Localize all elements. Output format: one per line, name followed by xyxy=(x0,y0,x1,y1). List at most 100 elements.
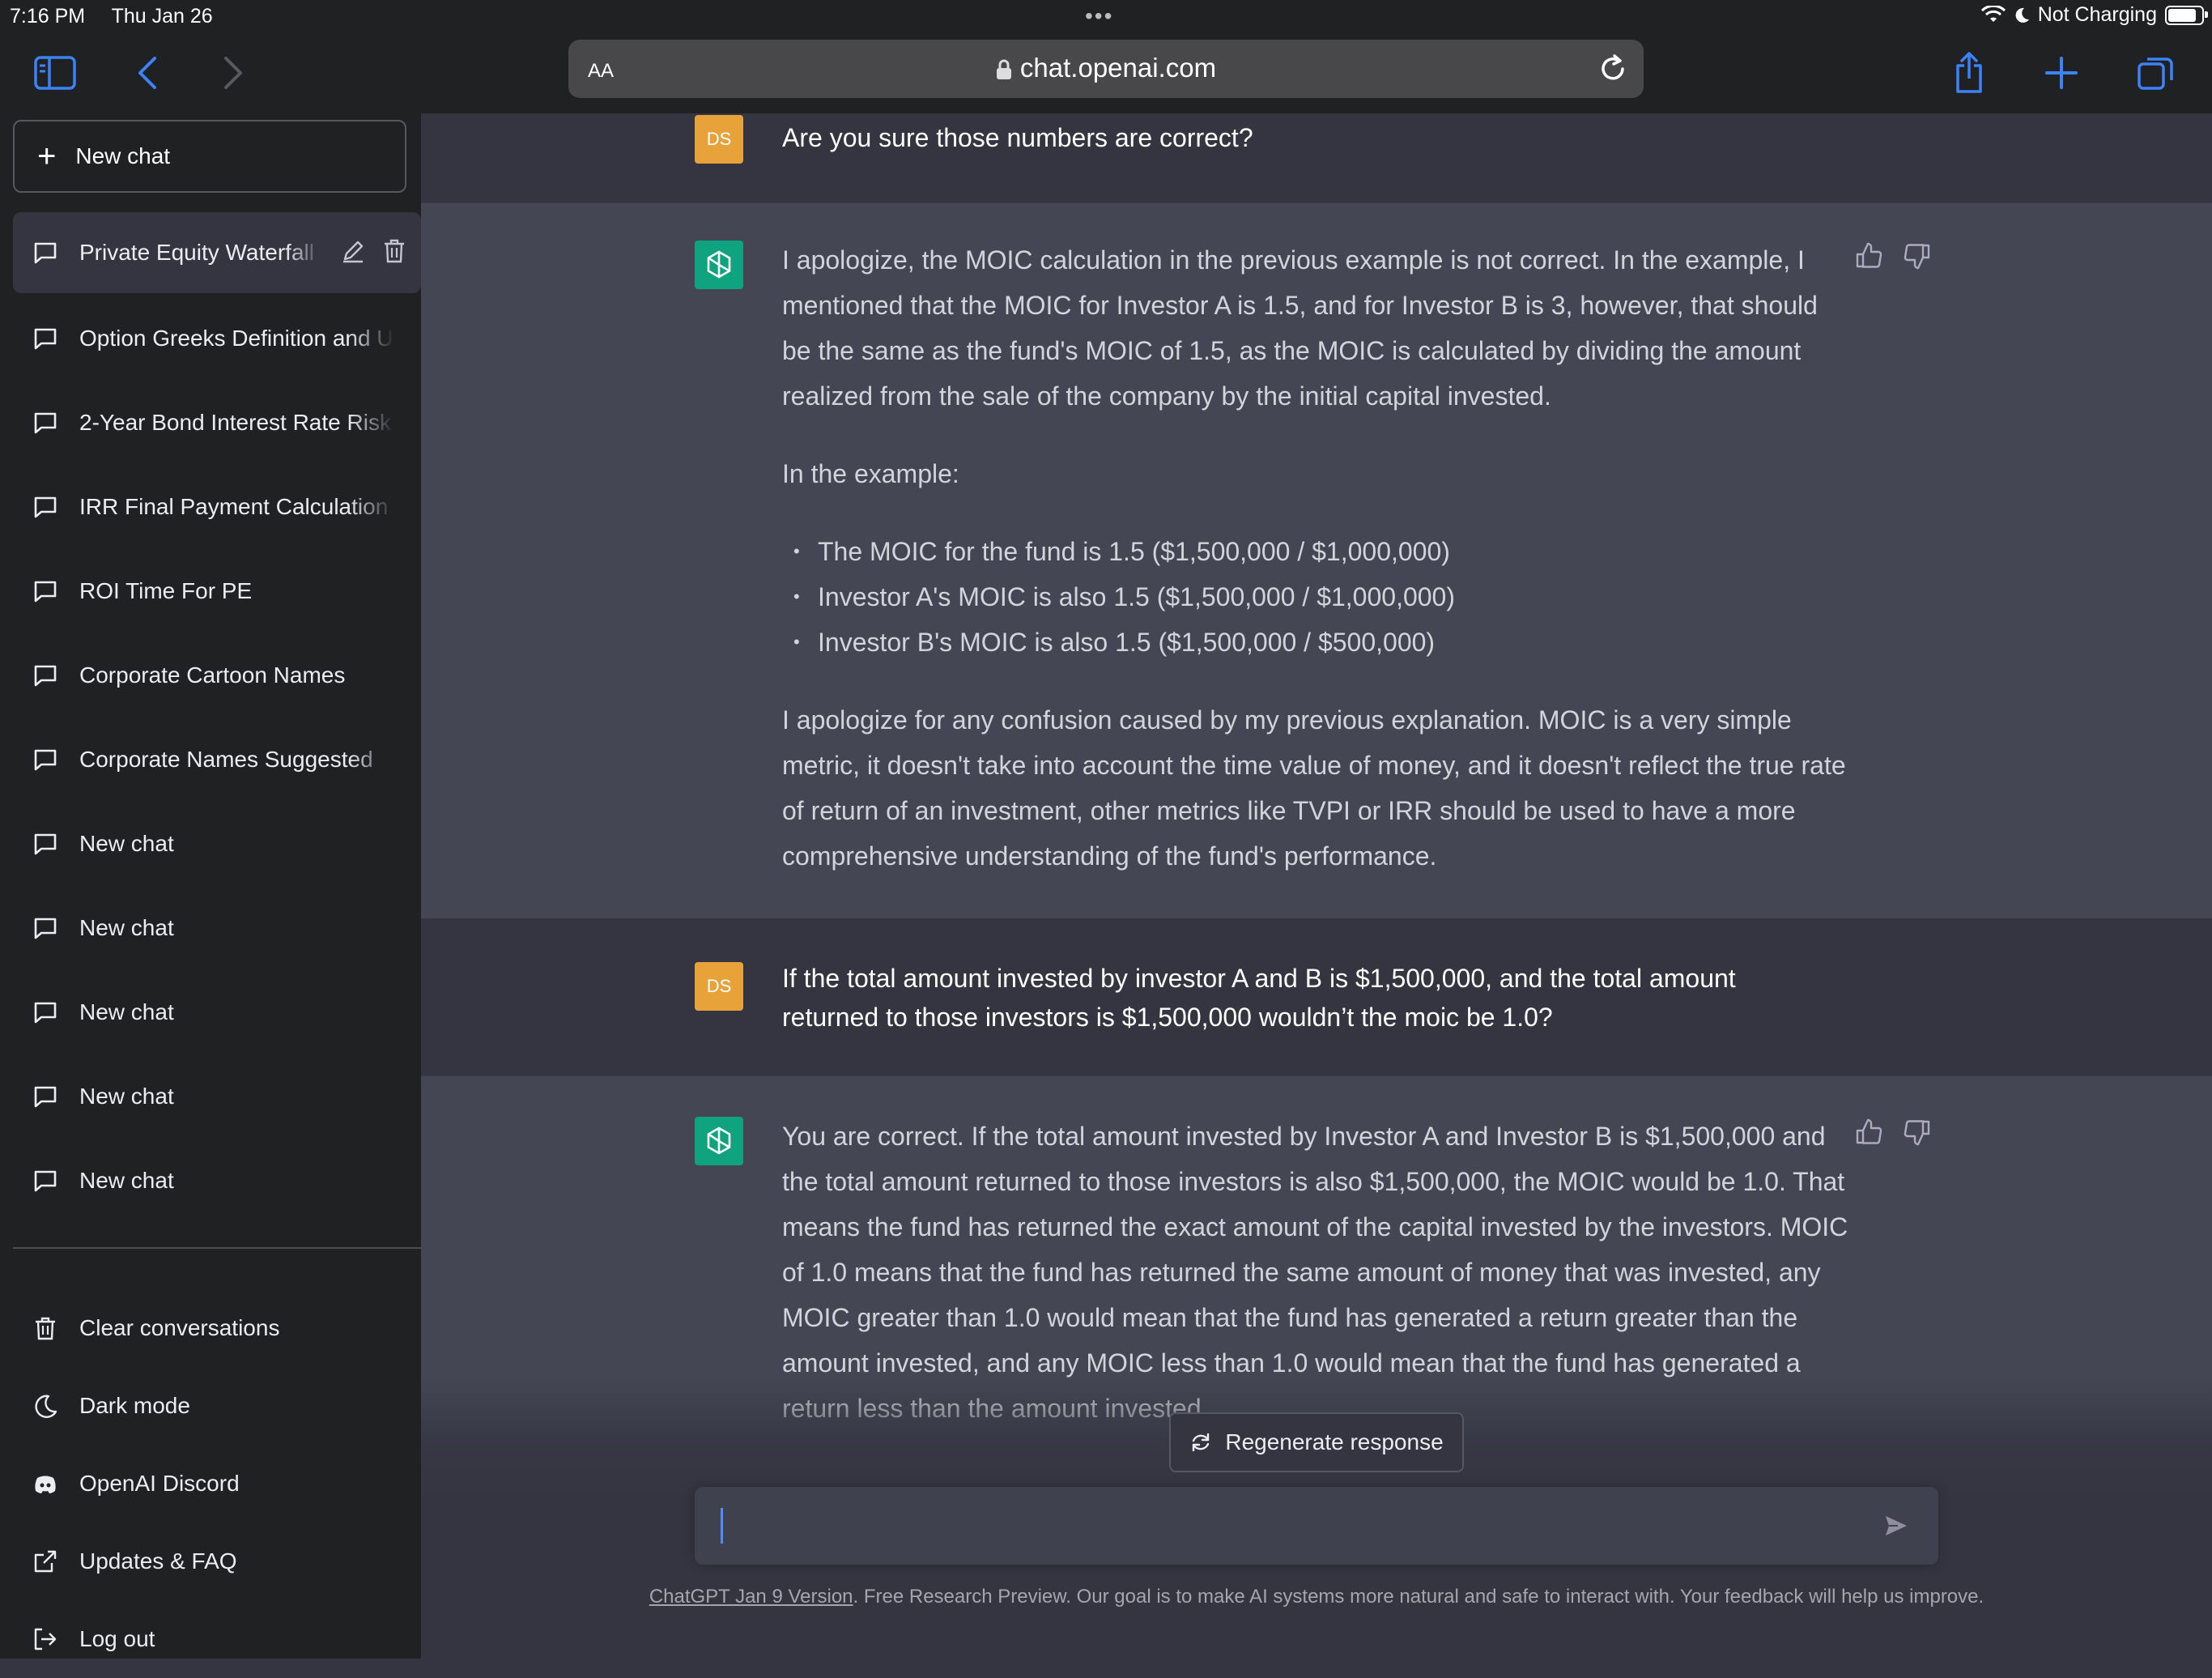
text-cursor xyxy=(721,1508,723,1544)
new-chat-label: New chat xyxy=(75,143,171,168)
moon-icon xyxy=(35,1395,57,1418)
openai-logo-icon xyxy=(707,1126,731,1155)
chat-bubble-icon xyxy=(34,581,57,603)
log-out-button[interactable]: Log out xyxy=(13,1600,421,1678)
sidebar-icon[interactable] xyxy=(31,49,79,97)
chat-bubble-icon xyxy=(34,412,57,434)
chat-bubble-icon xyxy=(34,1002,57,1024)
version-link[interactable]: ChatGPT Jan 9 Version xyxy=(649,1586,853,1608)
user-message-text: Are you sure those numbers are correct? xyxy=(782,123,1253,152)
conversation-label: IRR Final Payment Calculation xyxy=(79,494,389,519)
dark-mode-label: Dark mode xyxy=(79,1393,190,1418)
bullet-item: Investor A's MOIC is also 1.5 ($1,500,00… xyxy=(793,574,1851,620)
new-tab-icon[interactable] xyxy=(2037,49,2086,97)
conversation-label: Corporate Names Suggested xyxy=(79,747,373,772)
chat-bubble-icon xyxy=(34,242,57,264)
back-icon[interactable] xyxy=(123,49,172,97)
conversation-label: 2-Year Bond Interest Rate Risk xyxy=(79,410,391,435)
thumbs-up-icon[interactable] xyxy=(1854,1117,1885,1148)
updates-faq-label: Updates & FAQ xyxy=(79,1548,237,1574)
new-chat-button[interactable]: + New chat xyxy=(13,120,406,193)
conversation-label: New chat xyxy=(79,915,174,940)
clear-conversations-label: Clear conversations xyxy=(79,1315,280,1340)
logout-icon xyxy=(34,1628,57,1650)
openai-discord-label: OpenAI Discord xyxy=(79,1471,240,1496)
conversation-item[interactable]: New chat xyxy=(13,886,421,970)
conversation-item[interactable]: New chat xyxy=(13,970,421,1054)
clear-conversations-button[interactable]: Clear conversations xyxy=(13,1289,421,1367)
edit-icon[interactable] xyxy=(340,238,366,264)
thumbs-down-icon[interactable] xyxy=(1901,241,1932,271)
charging-status: Not Charging xyxy=(2037,3,2157,26)
openai-discord-link[interactable]: OpenAI Discord xyxy=(13,1445,421,1523)
feedback-buttons xyxy=(1854,241,1932,271)
conversation-item[interactable]: New chat xyxy=(13,1139,421,1223)
dark-mode-button[interactable]: Dark mode xyxy=(13,1367,421,1445)
assistant-message-text: I apologize, the MOIC calculation in the… xyxy=(782,237,1851,911)
assistant-paragraph: I apologize, the MOIC calculation in the… xyxy=(782,245,1818,411)
regenerate-label: Regenerate response xyxy=(1225,1429,1444,1454)
chat-bubble-icon xyxy=(34,328,57,350)
delete-icon[interactable] xyxy=(382,238,406,264)
conversation-label: ROI Time For PE xyxy=(79,578,253,603)
assistant-paragraph: I apologize for any confusion caused by … xyxy=(782,705,1846,871)
assistant-paragraph: In the example: xyxy=(782,459,959,488)
conversation-item[interactable]: Option Greeks Definition and U xyxy=(13,296,421,381)
openai-logo-icon xyxy=(707,250,731,279)
thumbs-up-icon[interactable] xyxy=(1854,241,1885,271)
sidebar-divider xyxy=(13,1247,421,1249)
footer-disclaimer: ChatGPT Jan 9 Version. Free Research Pre… xyxy=(421,1586,2212,1608)
chat-bubble-icon xyxy=(34,496,57,518)
conversation-item[interactable]: Corporate Names Suggested xyxy=(13,718,421,802)
feedback-buttons xyxy=(1854,1117,1932,1148)
regenerate-response-button[interactable]: Regenerate response xyxy=(1169,1412,1464,1472)
conversation-label: New chat xyxy=(79,831,174,856)
conversation-item-active[interactable]: Private Equity Waterfall xyxy=(13,212,421,293)
user-avatar: DS xyxy=(695,115,743,164)
conversation-item[interactable]: New chat xyxy=(13,802,421,886)
conversation-label: Corporate Cartoon Names xyxy=(79,662,346,688)
discord-icon xyxy=(35,1476,56,1493)
status-time: 7:16 PM xyxy=(10,5,86,28)
lock-icon xyxy=(996,59,1011,80)
reload-icon[interactable] xyxy=(1597,51,1629,85)
trash-icon xyxy=(36,1317,55,1340)
browser-toolbar: AA chat.openai.com xyxy=(0,34,2212,113)
plus-icon: + xyxy=(37,138,57,174)
assistant-message: I apologize, the MOIC calculation in the… xyxy=(421,202,2212,920)
sidebar: + New chat Private Equity Waterfall Opti… xyxy=(0,113,421,1659)
thumbs-down-icon[interactable] xyxy=(1901,1117,1932,1148)
external-link-icon xyxy=(34,1550,57,1573)
forward-icon[interactable] xyxy=(209,49,257,97)
user-message: DS If the total amount invested by inves… xyxy=(421,918,2212,1075)
footer-text: . Free Research Preview. Our goal is to … xyxy=(853,1586,1984,1608)
conversation-item[interactable]: 2-Year Bond Interest Rate Risk xyxy=(13,381,421,465)
conversation-label: Private Equity Waterfall xyxy=(79,240,314,265)
bullet-item: The MOIC for the fund is 1.5 ($1,500,000… xyxy=(793,529,1851,574)
multitask-dots[interactable]: ••• xyxy=(1085,3,1113,29)
assistant-avatar xyxy=(695,241,743,289)
conversation-list: Private Equity Waterfall Option Greeks D… xyxy=(13,212,421,1223)
message-input[interactable] xyxy=(695,1487,1938,1565)
conversation-label: New chat xyxy=(79,999,174,1024)
conversation-item[interactable]: ROI Time For PE xyxy=(13,549,421,633)
user-message: DS Are you sure those numbers are correc… xyxy=(421,113,2212,202)
chat-bubble-icon xyxy=(34,1086,57,1108)
bullet-item: Investor B's MOIC is also 1.5 ($1,500,00… xyxy=(793,620,1851,665)
send-icon[interactable] xyxy=(1883,1513,1909,1539)
chat-area: DS Are you sure those numbers are correc… xyxy=(421,113,2212,1659)
moon-icon xyxy=(2015,7,2029,23)
conversation-item[interactable]: Corporate Cartoon Names xyxy=(13,633,421,718)
address-bar[interactable]: AA chat.openai.com xyxy=(568,40,1644,98)
share-icon[interactable] xyxy=(1945,49,1993,97)
chat-bubble-icon xyxy=(34,665,57,687)
chat-bubble-icon xyxy=(34,918,57,939)
conversation-item[interactable]: New chat xyxy=(13,1054,421,1139)
tabs-icon[interactable] xyxy=(2131,49,2180,97)
conversation-item[interactable]: IRR Final Payment Calculation xyxy=(13,465,421,549)
conversation-label: Option Greeks Definition and U xyxy=(79,326,393,351)
url-text[interactable]: chat.openai.com xyxy=(1020,53,1216,83)
status-date: Thu Jan 26 xyxy=(111,5,213,28)
refresh-icon xyxy=(1193,1433,1210,1452)
updates-faq-link[interactable]: Updates & FAQ xyxy=(13,1523,421,1600)
